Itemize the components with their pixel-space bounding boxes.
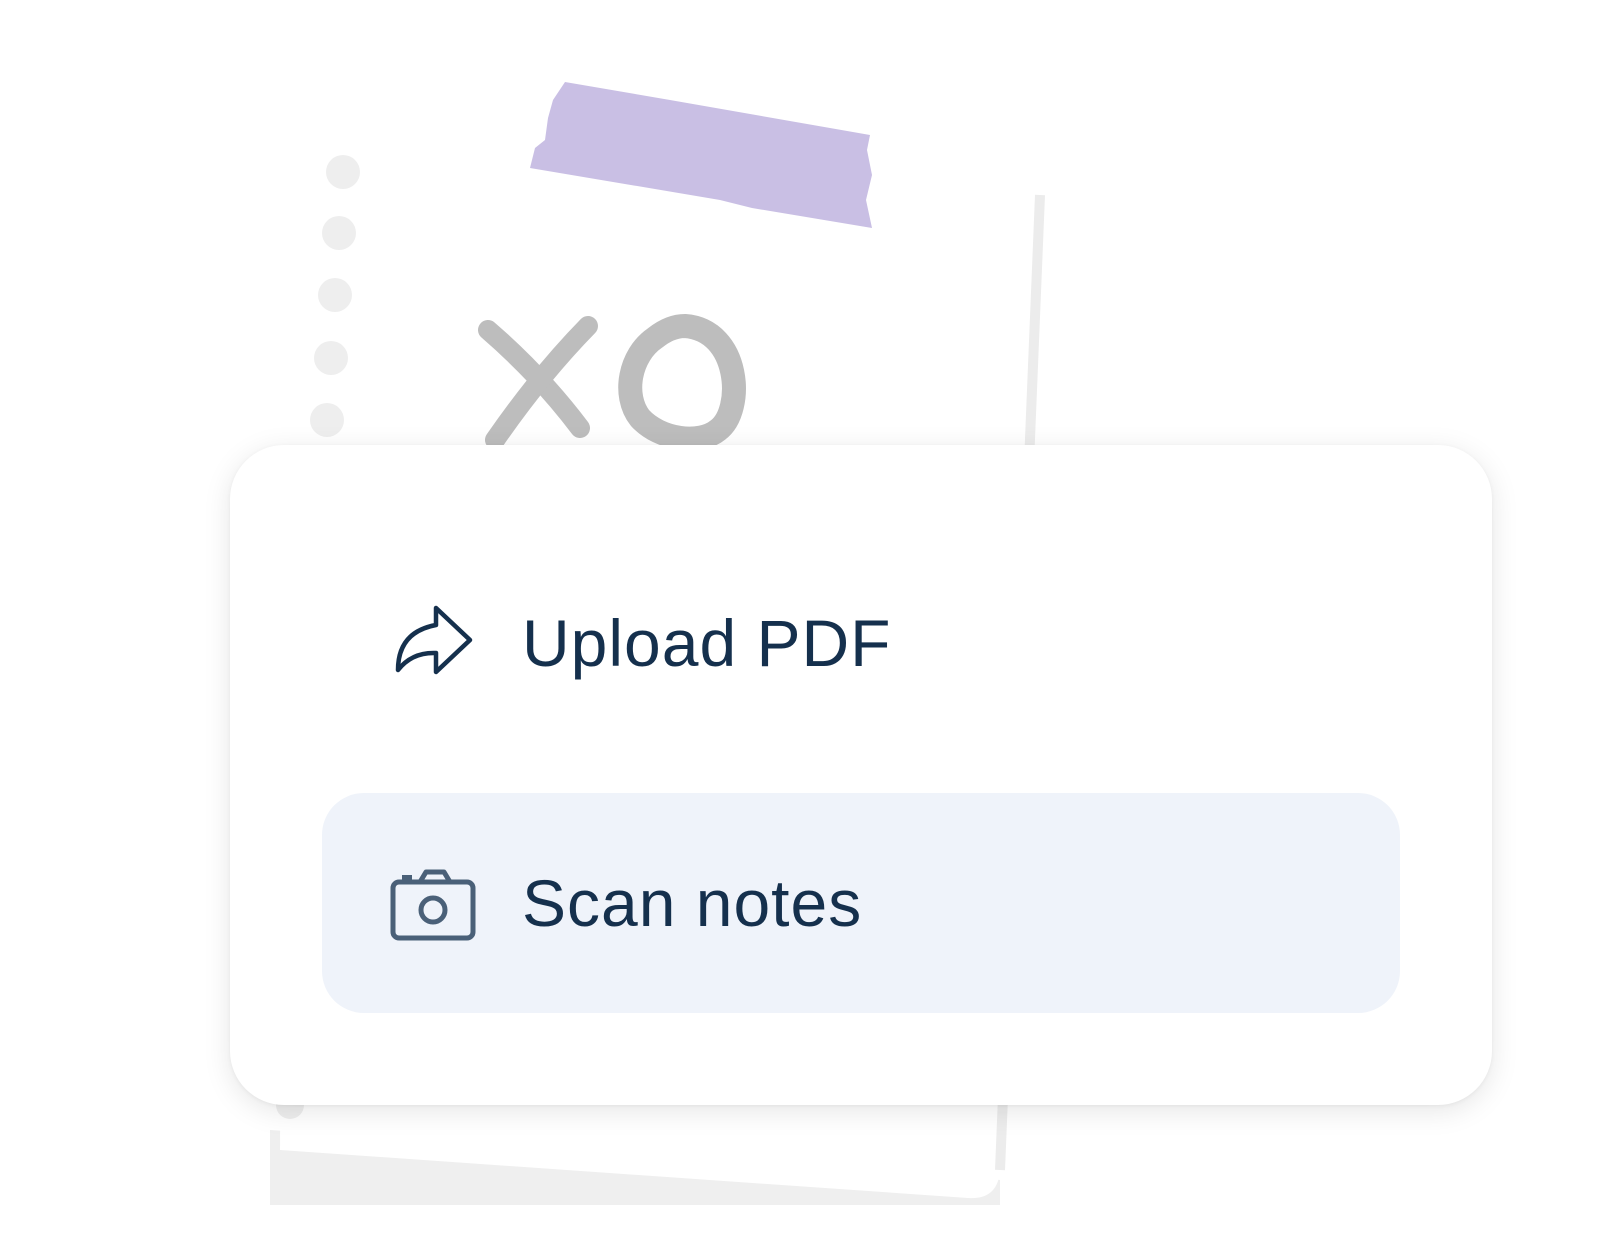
scan-notes-label: Scan notes — [522, 866, 863, 940]
upload-pdf-label: Upload PDF — [522, 606, 892, 680]
scan-notes-option[interactable]: Scan notes — [322, 793, 1400, 1013]
camera-icon — [390, 860, 476, 946]
upload-options-screen: Upload PDF Scan notes — [0, 0, 1600, 1239]
share-arrow-icon — [390, 600, 476, 686]
upload-pdf-option[interactable]: Upload PDF — [322, 533, 1400, 753]
upload-menu-card: Upload PDF Scan notes — [230, 445, 1492, 1105]
